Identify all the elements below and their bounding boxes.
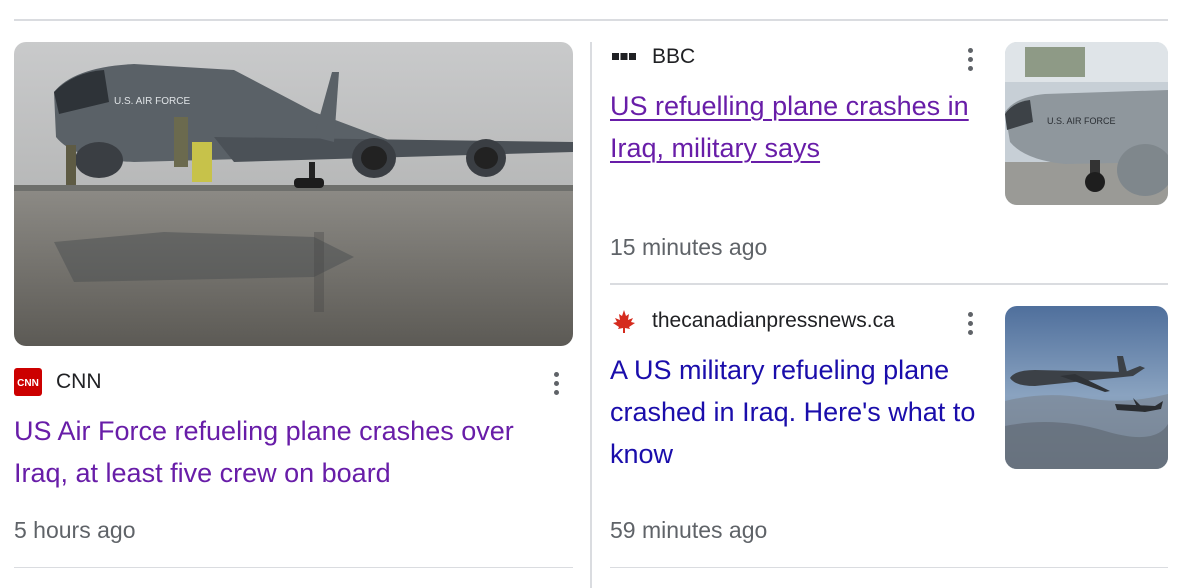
story-2-thumbnail[interactable]: U.S. AIR FORCE [1005, 42, 1168, 205]
story-3-source[interactable]: thecanadianpressnews.ca [610, 306, 895, 336]
column-divider [590, 42, 592, 588]
story-3-source-name: thecanadianpressnews.ca [652, 309, 895, 332]
story-1-source[interactable]: CNN CNN [14, 367, 102, 397]
left-fuselage-text: U.S. AIR FORCE [114, 96, 190, 107]
story-3-headline[interactable]: A US military refueling plane crashed in… [610, 349, 990, 475]
story-3-timestamp: 59 minutes ago [610, 517, 768, 543]
story-3-divider [610, 567, 1168, 568]
svg-text:CNN: CNN [17, 378, 39, 389]
story-2-divider [610, 283, 1168, 285]
story-3-more-options-icon[interactable] [960, 308, 980, 338]
maple-leaf-icon [610, 307, 638, 335]
story-2-source-name: BBC [652, 45, 696, 68]
story-1-source-name: CNN [56, 370, 102, 393]
right-fuselage-text: U.S. AIR FORCE [1047, 116, 1116, 126]
story-1-timestamp: 5 hours ago [14, 517, 136, 543]
story-1-more-options-icon[interactable] [546, 368, 566, 398]
story-1-headline[interactable]: US Air Force refueling plane crashes ove… [14, 410, 574, 494]
top-divider [14, 19, 1168, 21]
story-2-timestamp: 15 minutes ago [610, 234, 768, 260]
story-1-divider [14, 567, 573, 568]
cnn-logo-icon: CNN [14, 368, 42, 396]
story-2-source[interactable]: BBC [610, 42, 695, 72]
story-3-thumbnail[interactable] [1005, 306, 1168, 469]
bbc-logo-icon [610, 43, 638, 71]
story-2-headline[interactable]: US refuelling plane crashes in Iraq, mil… [610, 85, 1000, 169]
story-1-thumbnail[interactable]: U.S. AIR FORCE [14, 42, 573, 346]
story-2-more-options-icon[interactable] [960, 44, 980, 74]
